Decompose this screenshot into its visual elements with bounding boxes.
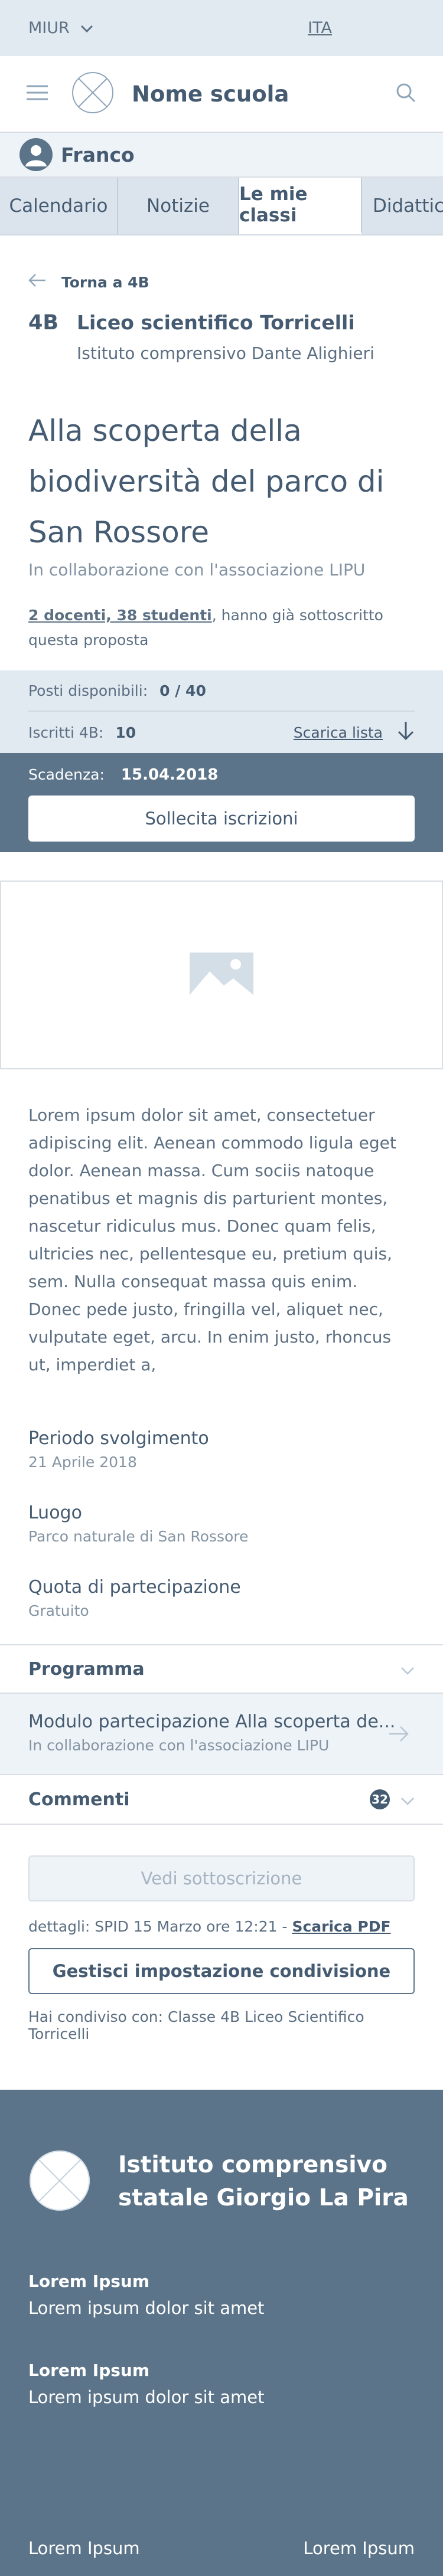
- tab-calendario[interactable]: Calendario: [0, 178, 118, 234]
- page-subtitle: In collaborazione con l'associazione LIP…: [28, 560, 366, 580]
- footer-block-heading: Lorem Ipsum: [28, 2361, 150, 2380]
- chevron-down-icon: [80, 19, 93, 37]
- miur-label: MIUR: [28, 19, 70, 37]
- school-name[interactable]: Nome scuola: [132, 81, 395, 107]
- tab-bar: Calendario Notizie Le mie classi Didatti…: [0, 178, 443, 235]
- module-title: Modulo partecipazione Alla scoperta de..…: [28, 1711, 396, 1732]
- hamburger-menu-icon[interactable]: [27, 85, 48, 103]
- footer-bottom-links: Lorem Ipsum Lorem Ipsum: [28, 2538, 415, 2558]
- enrolled-value: 10: [115, 724, 136, 741]
- class-institute: Istituto comprensivo Dante Alighieri: [77, 343, 374, 363]
- footer-link[interactable]: Lorem Ipsum: [303, 2538, 415, 2558]
- footer-brand: Istituto comprensivo statale Giorgio La …: [28, 2149, 415, 2215]
- chevron-down-icon: [400, 1789, 415, 1810]
- seats-label: Posti disponibili:: [28, 682, 148, 699]
- footer-block-text: Lorem ipsum dolor sit amet: [28, 2298, 265, 2318]
- comments-count-badge: 32: [370, 1789, 390, 1809]
- program-module[interactable]: Modulo partecipazione Alla scoperta de..…: [0, 1693, 443, 1775]
- footer-block: Lorem Ipsum Lorem ipsum dolor sit amet: [28, 2361, 415, 2407]
- back-link-label: Torna a 4B: [61, 273, 149, 291]
- arrow-left-icon: [28, 273, 61, 291]
- footer-link[interactable]: Lorem Ipsum: [28, 2538, 140, 2558]
- enrolled-label: Iscritti 4B:: [28, 724, 104, 741]
- subscribers-link[interactable]: 2 docenti, 38 studenti: [28, 607, 212, 624]
- info-item: Periodo svolgimento 21 Aprile 2018: [28, 1428, 415, 1471]
- info-label: Quota di partecipazione: [28, 1577, 241, 1598]
- page-title: Alla scoperta della biodiversità del par…: [0, 405, 443, 558]
- info-value: Gratuito: [28, 1602, 89, 1619]
- seats-row: Posti disponibili: 0 / 40: [28, 670, 415, 712]
- comments-accordion[interactable]: Commenti 32: [0, 1775, 443, 1824]
- comments-label: Commenti: [28, 1789, 130, 1810]
- institute-name-line: statale Giorgio La Pira: [118, 2185, 409, 2211]
- footer: Istituto comprensivo statale Giorgio La …: [0, 2090, 443, 2576]
- title-line: Alla scoperta della: [28, 414, 302, 448]
- info-value: 21 Aprile 2018: [28, 1454, 137, 1471]
- miur-dropdown[interactable]: MIUR: [28, 19, 93, 37]
- enrolled-row: Iscritti 4B: 10 Scarica lista: [28, 712, 415, 753]
- tab-notizie[interactable]: Notizie: [118, 178, 239, 234]
- info-label: Periodo svolgimento: [28, 1428, 209, 1449]
- user-name: Franco: [61, 143, 135, 166]
- info-label: Luogo: [28, 1503, 82, 1523]
- download-list-link[interactable]: Scarica lista: [294, 721, 415, 744]
- title-line: biodiversità del parco di: [28, 464, 385, 499]
- program-label: Programma: [28, 1658, 145, 1680]
- user-bar[interactable]: Franco: [0, 133, 443, 178]
- footer-block-text: Lorem ipsum dolor sit amet: [28, 2387, 265, 2407]
- tab-le-mie-classi[interactable]: Le mie classi: [239, 178, 362, 234]
- info-value: Parco naturale di San Rossore: [28, 1528, 249, 1545]
- module-subtitle: In collaborazione con l'associazione LIP…: [28, 1737, 330, 1754]
- subscribed-info: 2 docenti, 38 studenti, hanno già sottos…: [0, 603, 443, 653]
- footer-block: Lorem Ipsum Lorem ipsum dolor sit amet: [28, 2271, 415, 2318]
- school-logo[interactable]: [71, 71, 114, 116]
- manage-sharing-button[interactable]: Gestisci impostazione condivisione: [28, 1948, 415, 1994]
- deadline-panel: Scadenza: 15.04.2018 Sollecita iscrizioni: [0, 753, 443, 852]
- download-list-label: Scarica lista: [293, 724, 383, 741]
- download-pdf-link[interactable]: Scarica PDF: [292, 1918, 390, 1935]
- seats-value: 0 / 40: [159, 682, 206, 699]
- project-description: Lorem ipsum dolor sit amet, consectetuer…: [28, 1105, 396, 1374]
- deadline-label: Scadenza:: [28, 766, 105, 783]
- deadline-row: Scadenza: 15.04.2018: [28, 766, 415, 784]
- class-info: 4B Liceo scientifico Torricelli Istituto…: [0, 311, 443, 363]
- deadline-value: 15.04.2018: [120, 766, 219, 784]
- solicit-enrollment-button[interactable]: Sollecita iscrizioni: [28, 796, 415, 842]
- arrow-right-icon: [389, 1726, 409, 1744]
- title-line: San Rossore: [28, 515, 209, 549]
- chevron-down-icon: [400, 1659, 415, 1680]
- view-subscription-button[interactable]: Vedi sottoscrizione: [28, 1855, 415, 1901]
- institute-logo: [28, 2149, 91, 2214]
- back-link[interactable]: Torna a 4B: [0, 273, 443, 291]
- footer-block-heading: Lorem Ipsum: [28, 2271, 150, 2291]
- image-icon: [190, 953, 253, 997]
- info-item: Quota di partecipazione Gratuito: [28, 1577, 415, 1619]
- search-icon[interactable]: [395, 82, 416, 106]
- program-accordion[interactable]: Programma: [0, 1644, 443, 1693]
- subscription-actions: Vedi sottoscrizione dettagli: SPID 15 Ma…: [0, 1824, 443, 2043]
- top-bar: MIUR ITA: [0, 0, 443, 56]
- subscription-details: dettagli: SPID 15 Marzo ore 12:21 - Scar…: [28, 1918, 415, 1935]
- tab-didattica[interactable]: Didattica: [362, 178, 443, 234]
- info-list: Periodo svolgimento 21 Aprile 2018 Luogo…: [0, 1428, 443, 1619]
- stats-panel: Posti disponibili: 0 / 40 Iscritti 4B: 1…: [0, 670, 443, 753]
- footer-institute-name: Istituto comprensivo statale Giorgio La …: [118, 2149, 409, 2215]
- class-code: 4B: [28, 311, 59, 335]
- shared-with-text: Hai condiviso con: Classe 4B Liceo Scien…: [28, 2008, 364, 2043]
- header: Nome scuola: [0, 56, 443, 133]
- details-text: dettagli: SPID 15 Marzo ore 12:21 -: [28, 1918, 292, 1935]
- user-avatar-icon: [19, 138, 53, 171]
- image-placeholder: [0, 881, 443, 1069]
- class-school: Liceo scientifico Torricelli: [77, 311, 355, 334]
- language-link[interactable]: ITA: [308, 19, 332, 37]
- info-item: Luogo Parco naturale di San Rossore: [28, 1503, 415, 1545]
- download-arrow-icon: [397, 721, 415, 744]
- institute-name-line: Istituto comprensivo: [118, 2152, 387, 2178]
